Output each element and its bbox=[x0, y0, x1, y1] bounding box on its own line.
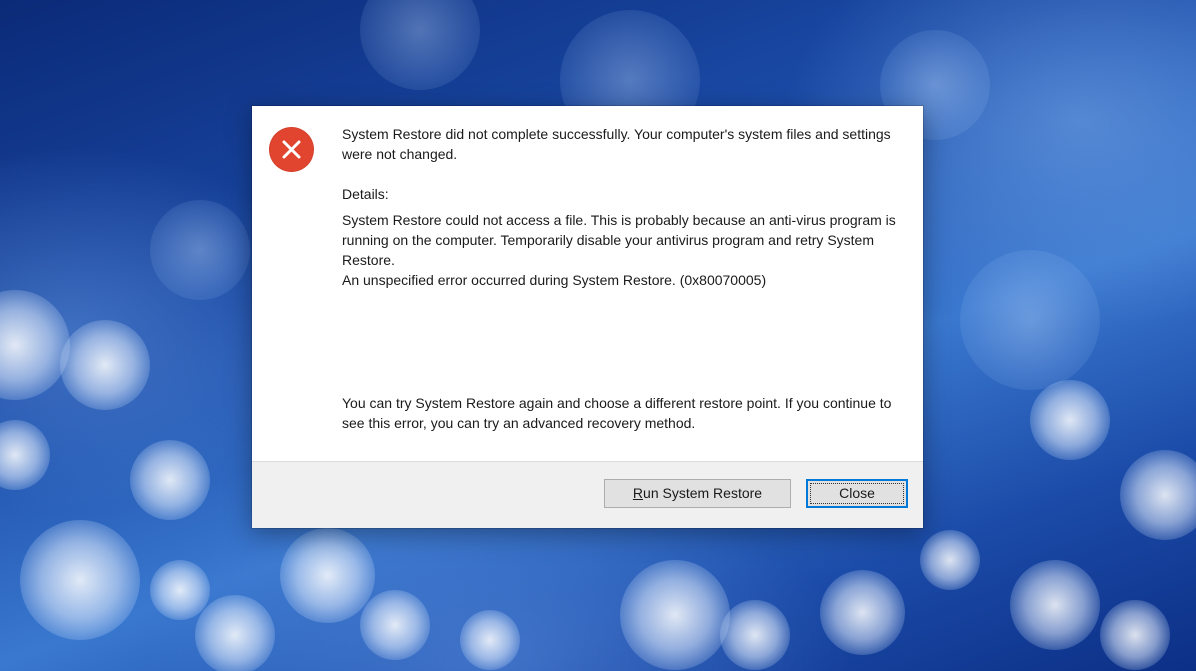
bokeh-light bbox=[360, 590, 430, 660]
dialog-body: System Restore did not complete successf… bbox=[252, 106, 923, 462]
bokeh-light bbox=[195, 595, 275, 671]
bokeh-light bbox=[1010, 560, 1100, 650]
close-button-label: Close bbox=[839, 485, 875, 501]
run-button-label: un System Restore bbox=[643, 485, 763, 501]
error-icon bbox=[269, 127, 314, 172]
details-label: Details: bbox=[342, 186, 389, 202]
bokeh-light bbox=[60, 320, 150, 410]
bokeh-light bbox=[460, 610, 520, 670]
bokeh-light bbox=[1120, 450, 1196, 540]
dialog-footer: Run System Restore Close bbox=[252, 461, 923, 528]
bokeh-light bbox=[620, 560, 730, 670]
bokeh-light bbox=[1030, 380, 1110, 460]
close-button[interactable]: Close bbox=[806, 479, 908, 508]
run-button-accelerator: R bbox=[632, 485, 644, 501]
bokeh-light bbox=[1100, 600, 1170, 670]
bokeh-light bbox=[150, 200, 250, 300]
bokeh-light bbox=[20, 520, 140, 640]
bokeh-light bbox=[360, 0, 480, 90]
bokeh-light bbox=[130, 440, 210, 520]
bokeh-light bbox=[920, 530, 980, 590]
details-text: System Restore could not access a file. … bbox=[342, 212, 896, 288]
system-restore-error-dialog: System Restore did not complete successf… bbox=[252, 106, 923, 528]
bokeh-light bbox=[280, 528, 375, 623]
bokeh-light bbox=[720, 600, 790, 670]
close-x-glyph bbox=[282, 140, 301, 159]
bokeh-light bbox=[960, 250, 1100, 390]
bokeh-light bbox=[0, 420, 50, 490]
bokeh-light bbox=[0, 290, 70, 400]
error-message: System Restore did not complete successf… bbox=[342, 126, 891, 162]
bokeh-light bbox=[820, 570, 905, 655]
bokeh-light bbox=[150, 560, 210, 620]
run-system-restore-button[interactable]: Run System Restore bbox=[604, 479, 791, 508]
hint-text: You can try System Restore again and cho… bbox=[342, 395, 892, 431]
